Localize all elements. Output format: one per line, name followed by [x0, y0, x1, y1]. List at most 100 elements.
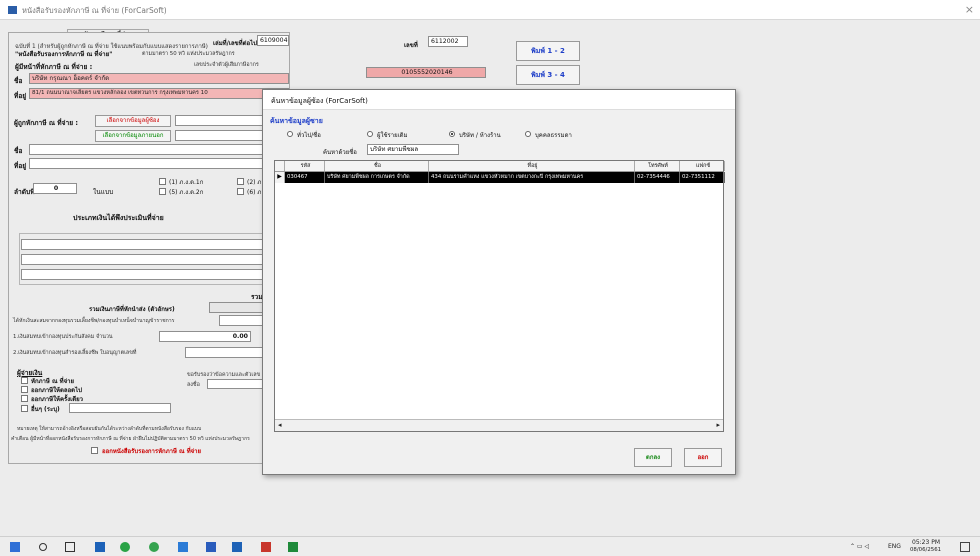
payer-other-label: อื่นๆ (ระบุ) [31, 406, 60, 413]
form-pnd2k-checkbox[interactable] [159, 188, 166, 195]
app-icon-7[interactable] [206, 542, 216, 552]
app-icon-6[interactable] [178, 542, 188, 552]
col-code[interactable]: รหัส [285, 161, 325, 171]
form-pnd1k-checkbox[interactable] [159, 178, 166, 185]
ok-button[interactable]: ตกลง [634, 448, 672, 467]
language-indicator[interactable]: ENG [888, 543, 901, 550]
form-pnd2-label: (2) ภ. [247, 179, 264, 186]
table-row[interactable]: ▶ 030467 บริษัท ศยามพืชผล การเกษตร จำกัด… [275, 172, 725, 183]
start-icon[interactable] [10, 542, 20, 552]
social-text: 1.เงินสมทบเข้ากองทุนประกันสังคม จำนวน [13, 334, 113, 340]
tray-icons[interactable]: ⌃ ▭ ◁ [850, 543, 869, 550]
cell-fax[interactable]: 02-7351112 [680, 172, 725, 183]
payer-address-label: ที่อยู่ [14, 92, 27, 100]
payee-address-field[interactable] [29, 158, 289, 169]
search-by-name-label: ค้นหาด้วยชื่อ [323, 149, 357, 156]
cell-name[interactable]: บริษัท ศยามพืชผล การเกษตร จำกัด [325, 172, 429, 183]
search-name-input[interactable]: บริษัท ศยามพืชผล [367, 144, 459, 155]
scroll-left-icon[interactable]: ◂ [278, 421, 282, 429]
search-customer-button[interactable]: เลือกจากข้อมูลผู้ซ้อง [95, 115, 171, 127]
search-icon[interactable] [39, 543, 47, 551]
clock-date[interactable]: 08/06/2561 [910, 547, 941, 553]
chrome-icon[interactable] [120, 542, 130, 552]
payer-name-field[interactable]: บริษัท กรุณณา อ็อคตร์ จำกัด [29, 73, 289, 84]
payer-section-label: ผู้มีหน้าที่หักภาษี ณ ที่จ่าย : [15, 63, 93, 71]
radio-person-label: บุคคลธรรมดา [535, 132, 572, 139]
col-name[interactable]: ชื่อ [325, 161, 429, 171]
payer-once-checkbox[interactable] [21, 395, 28, 402]
task-view-icon[interactable] [65, 542, 75, 552]
cert-title: "หนังสือรับรองการหักภาษี ณ ที่จ่าย" [15, 51, 113, 58]
law-text: ตามมาตรา 50 ทวิ แห่งประมวลรัษฎากร [142, 51, 235, 57]
form-pnd2-checkbox[interactable] [237, 178, 244, 185]
radio-company[interactable] [449, 131, 455, 137]
payee-name-label: ชื่อ [14, 147, 23, 155]
income-combo-3[interactable]: ▼ [21, 269, 283, 280]
app-icon-8[interactable] [232, 542, 242, 552]
cell-code[interactable]: 030467 [285, 172, 325, 183]
fund-text: ได้หักเงินสะสมจากกองทุนรวมเลี้ยงชีพ/กองท… [13, 318, 175, 324]
radio-existing[interactable] [367, 131, 373, 137]
number-field[interactable]: 6112002 [428, 36, 468, 47]
radio-person[interactable] [525, 131, 531, 137]
total-tax-label: รวมเงินภาษีที่หักนำส่ง (ตัวอักษร) [89, 306, 175, 313]
search-group-label: ค้นหาข้อมูลผู้ซาย [270, 117, 323, 125]
warning-text: คำเตือน ผู้มีหน้าที่ออกหนังสือรับรองการห… [11, 436, 250, 442]
signature-label: ขอรับรองว่าข้อความและตัวเลข [187, 372, 261, 378]
provident-text: 2.เงินสมทบเข้ากองทุนสำรองเลี้ยงชีพ ใบอนุ… [13, 350, 137, 356]
excel-icon[interactable] [288, 542, 298, 552]
cell-phone[interactable]: 02-7354446 [635, 172, 680, 183]
social-amount-field[interactable]: 0.00 [159, 331, 251, 342]
notification-icon[interactable] [960, 542, 970, 552]
in-form-label: ในแบบ [93, 188, 114, 196]
taxid-label: เลขประจำตัวผู้เสียภาษีอากร [194, 62, 259, 68]
radio-existing-label: ผู้ใช้รายเดิม [377, 132, 408, 139]
payer-other-field[interactable] [69, 403, 171, 413]
payee-name-field[interactable] [29, 144, 289, 155]
app-icon-9[interactable] [261, 542, 271, 552]
note-text: หมายเหตุ ให้สามารถอ้างอิงหรือสอบยันกันได… [17, 426, 202, 432]
cancel-button[interactable]: ออก [684, 448, 722, 467]
col-address[interactable]: ที่อยู่ [429, 161, 635, 171]
radio-company-label: บริษัท / ห้างร้าน [459, 132, 501, 139]
form-pnd2k-label: (5) ภ.ง.ด.2ก [169, 189, 204, 196]
close-icon[interactable]: × [965, 3, 974, 16]
order-field[interactable]: 0 [33, 183, 77, 194]
line-icon[interactable] [149, 542, 159, 552]
form-pnd6-checkbox[interactable] [237, 188, 244, 195]
grid-header: รหัส ชื่อ ที่อยู่ โทรศัพท์ แฟกซ์ [275, 161, 725, 172]
order-label: ลำดับที่ [14, 188, 35, 196]
radio-general[interactable] [287, 131, 293, 137]
payer-always-checkbox[interactable] [21, 386, 28, 393]
radio-general-label: ทั่วไป/ชื่อ [297, 132, 321, 139]
dialog-title: ค้นหาข้อมูลผู้ซ้อง (ForCarSoft) [263, 90, 735, 110]
print-cert-checkbox[interactable] [91, 447, 98, 454]
book-no-field[interactable]: 6109004 [257, 35, 289, 46]
income-list: ▼ ▼ ▼ [19, 233, 289, 285]
horizontal-scrollbar[interactable]: ◂ ▸ [275, 419, 723, 431]
col-phone[interactable]: โทรศัพท์ [635, 161, 680, 171]
income-type-title: ประเภทเงินได้พึงประเมินที่จ่าย [73, 214, 164, 222]
print-3-4-button[interactable]: พิมพ์ 3 - 4 [516, 65, 580, 85]
payee-address-label: ที่อยู่ [14, 162, 27, 170]
number-label: เลขที่ [404, 42, 418, 49]
payer-address-field[interactable]: 81/1 ถนนนาณาจเลียตร แขวงหลักลอง เขตทวนกา… [29, 88, 289, 99]
payer-taxid-field[interactable]: 0105552020146 [366, 67, 486, 78]
signer-field[interactable] [207, 379, 267, 389]
search-outside-button[interactable]: เลือกจากข้อมูลภายนอก [95, 130, 171, 142]
app-icon [8, 6, 17, 14]
scroll-right-icon[interactable]: ▸ [716, 421, 720, 429]
cell-address[interactable]: 434 ถนนรามคำแหง แขวงหัวหมาก เขตบางกะปิ ก… [429, 172, 635, 183]
print-1-2-button[interactable]: พิมพ์ 1 - 2 [516, 41, 580, 61]
window-title: หนังสือรับรองหักภาษี ณ ที่จ่าย (ForCarSo… [22, 6, 167, 15]
withholding-form: ฉบับที่ 1 (สำหรับผู้ถูกหักภาษี ณ ที่จ่าย… [8, 32, 290, 464]
customer-search-dialog: ค้นหาข้อมูลผู้ซ้อง (ForCarSoft) ค้นหาข้อ… [262, 89, 736, 475]
income-combo-2[interactable]: ▼ [21, 254, 283, 265]
payer-name-label: ชื่อ [14, 77, 23, 85]
income-combo-1[interactable]: ▼ [21, 239, 283, 250]
col-fax[interactable]: แฟกซ์ [680, 161, 725, 171]
payer-withhold-checkbox[interactable] [21, 377, 28, 384]
payer-other-checkbox[interactable] [21, 405, 28, 412]
clock-time[interactable]: 05:23 PM [912, 539, 940, 546]
store-icon[interactable] [95, 542, 105, 552]
